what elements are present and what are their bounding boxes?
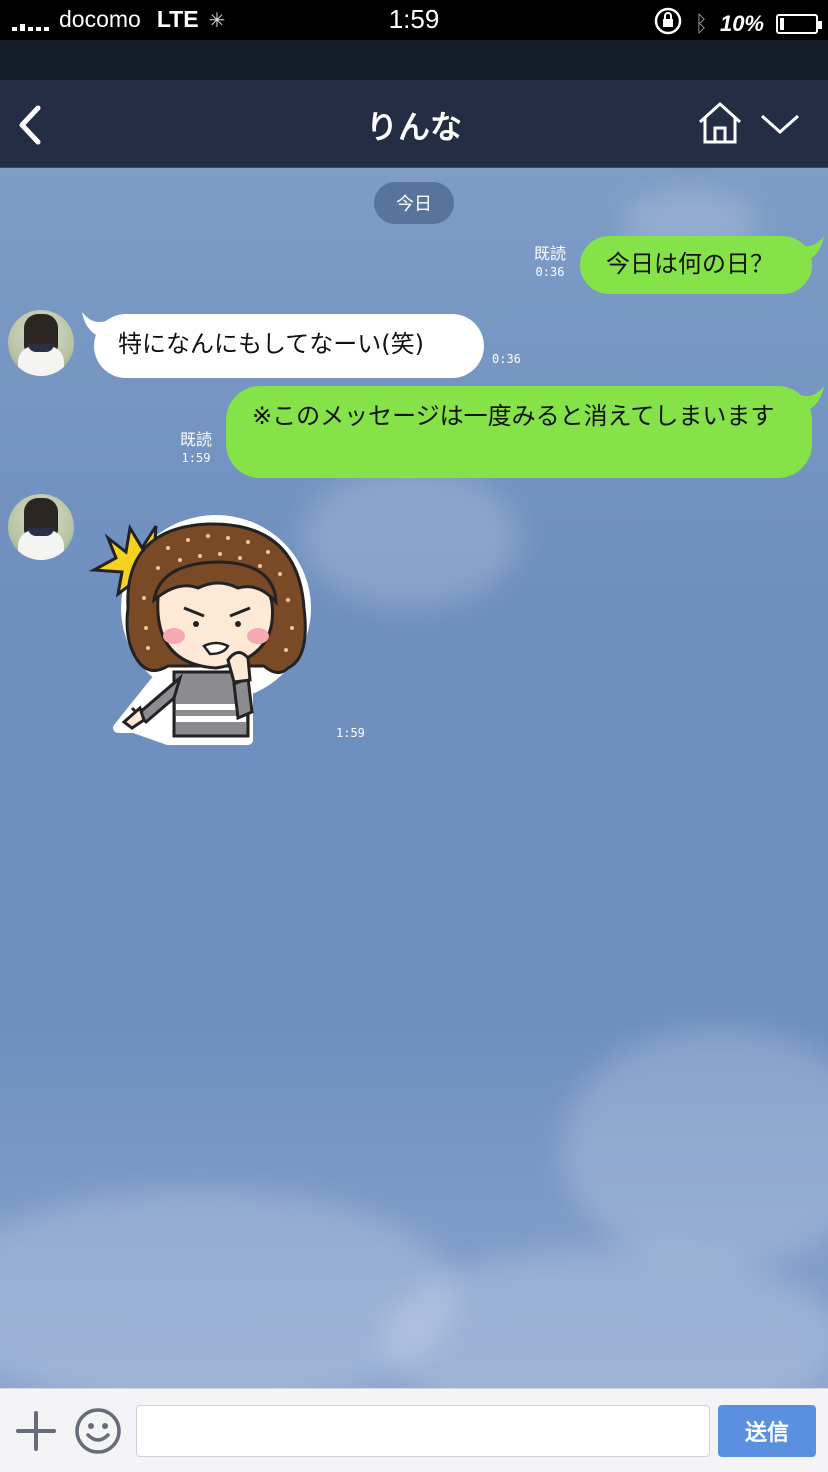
- smiley-icon: [75, 1408, 121, 1454]
- outgoing-message-bubble[interactable]: 今日は何の日？: [580, 236, 812, 294]
- avatar[interactable]: [8, 494, 74, 560]
- chevron-down-icon: [761, 114, 799, 135]
- message-text: 特になんにもしてなーい(笑): [118, 330, 425, 358]
- emoji-button[interactable]: [74, 1407, 122, 1455]
- bluetooth-icon: ᛒ: [694, 11, 708, 36]
- message-time: 1:59: [336, 726, 365, 740]
- home-icon: [698, 101, 742, 144]
- battery-percent: 10%: [719, 11, 764, 36]
- status-bar: docomo LTE ✳ 1:59 ᛒ 10%: [0, 0, 828, 40]
- outgoing-message-bubble[interactable]: ※このメッセージは一度みると消えてしまいます: [226, 386, 812, 478]
- add-attachment-button[interactable]: [14, 1409, 58, 1453]
- message-input[interactable]: [136, 1405, 710, 1457]
- home-button[interactable]: [696, 100, 744, 146]
- read-receipt: 既読: [179, 430, 212, 449]
- angry-girl-sticker[interactable]: [88, 508, 318, 748]
- menu-toggle-button[interactable]: [758, 104, 802, 144]
- message-meta: 既読 1:59: [176, 430, 216, 466]
- message-text: 今日は何の日？: [606, 250, 774, 278]
- message-time: 0:36: [535, 265, 565, 279]
- message-text: ※このメッセージは一度みると消えてしまいます: [252, 402, 775, 430]
- chat-area[interactable]: 今日 既読 0:36 今日は何の日？ 特になんにもしてなーい(笑) 0:36 既…: [0, 168, 828, 1388]
- plus-icon: [16, 1411, 56, 1451]
- read-receipt: 既読: [533, 244, 566, 263]
- incoming-message-bubble[interactable]: 特になんにもしてなーい(笑): [94, 314, 484, 378]
- rotation-lock-icon: [653, 6, 683, 42]
- status-bar-spacer: [0, 40, 828, 80]
- battery-icon: [776, 14, 822, 34]
- chat-header: りんな: [0, 80, 828, 168]
- message-input-bar: 送信: [0, 1388, 828, 1472]
- message-meta: 既読 0:36: [530, 244, 570, 280]
- message-time: 1:59: [181, 451, 211, 465]
- date-separator: 今日: [374, 182, 454, 224]
- send-button[interactable]: 送信: [718, 1405, 816, 1457]
- avatar[interactable]: [8, 310, 74, 376]
- message-time: 0:36: [492, 352, 521, 366]
